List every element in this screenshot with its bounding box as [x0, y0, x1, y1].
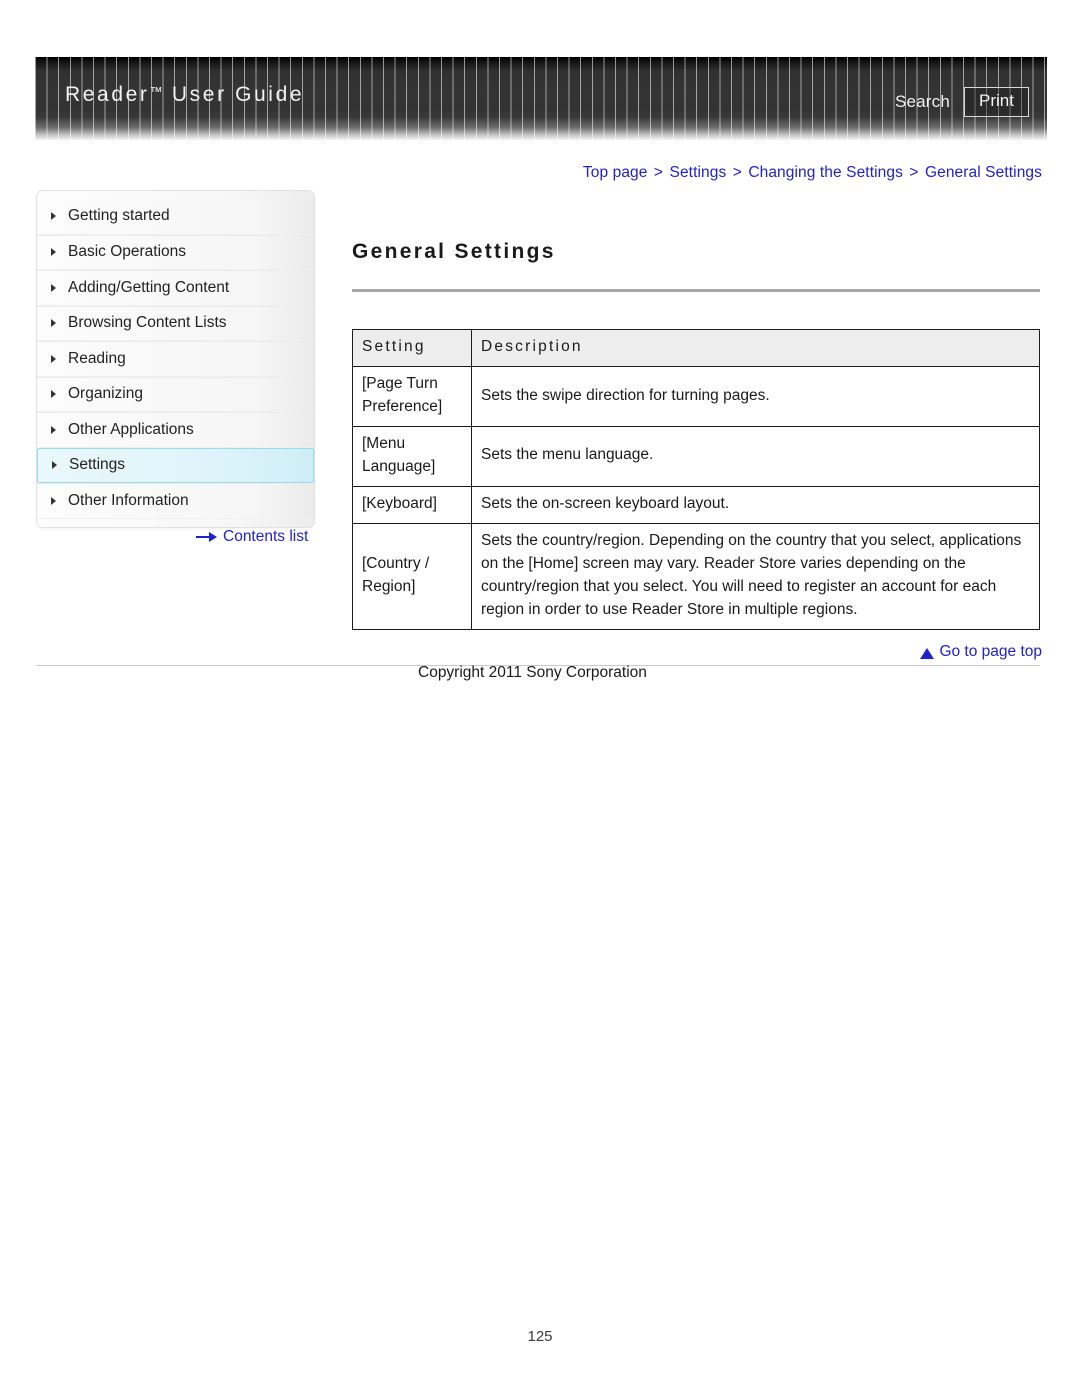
- sidebar-item-label: Settings: [69, 456, 126, 474]
- settings-table-head: Setting Description: [352, 329, 1040, 368]
- column-header-setting: Setting: [352, 329, 472, 368]
- contents-list-link[interactable]: Contents list: [196, 528, 308, 546]
- triangle-bullet-icon: [49, 283, 59, 293]
- header-banner: Reader™ User Guide Search Print: [35, 57, 1047, 141]
- sidebar-item-organizing[interactable]: Organizing: [37, 376, 314, 412]
- triangle-bullet-icon: [49, 211, 59, 221]
- breadcrumb-item-top-page[interactable]: Top page: [583, 164, 648, 181]
- triangle-bullet-icon: [50, 460, 60, 470]
- sidebar-item-label: Getting started: [68, 207, 170, 225]
- sidebar-item-label: Browsing Content Lists: [68, 314, 227, 332]
- table-row: [Country / Region] Sets the country/regi…: [352, 522, 1040, 630]
- page-number: 125: [527, 1328, 553, 1345]
- go-to-page-top-label: Go to page top: [939, 643, 1042, 660]
- sidebar-item-other-applications[interactable]: Other Applications: [37, 412, 314, 448]
- go-to-page-top-link[interactable]: Go to page top: [920, 643, 1042, 661]
- triangle-bullet-icon: [49, 247, 59, 257]
- title-divider: [352, 289, 1040, 293]
- sidebar-item-label: Adding/Getting Content: [68, 278, 230, 296]
- triangle-bullet-icon: [49, 354, 59, 364]
- trademark-symbol: ™: [149, 84, 164, 99]
- app-title: Reader™ User Guide: [65, 83, 304, 107]
- table-row: [Keyboard] Sets the on-screen keyboard l…: [352, 485, 1040, 524]
- cell-description: Sets the country/region. Depending on th…: [471, 522, 1040, 630]
- cell-description: Sets the swipe direction for turning pag…: [471, 366, 1040, 427]
- cell-setting: [Page Turn Preference]: [352, 366, 472, 427]
- table-row: [Page Turn Preference] Sets the swipe di…: [352, 366, 1040, 427]
- app-title-main: Reader: [65, 83, 150, 106]
- sidebar-item-label: Basic Operations: [68, 243, 187, 261]
- settings-table: Setting Description [Page Turn Preferenc…: [352, 329, 1040, 630]
- cell-description: Sets the menu language.: [471, 425, 1040, 487]
- triangle-bullet-icon: [49, 389, 59, 399]
- contents-list-label: Contents list: [223, 528, 309, 545]
- settings-table-body: [Page Turn Preference] Sets the swipe di…: [352, 366, 1040, 630]
- sidebar-item-getting-started[interactable]: Getting started: [37, 199, 314, 235]
- search-link[interactable]: Search: [895, 92, 950, 112]
- sidebar-item-label: Other Applications: [68, 420, 194, 438]
- triangle-up-icon: [920, 647, 935, 659]
- breadcrumb-separator: >: [909, 164, 919, 181]
- breadcrumb: Top page > Settings > Changing the Setti…: [583, 164, 1042, 182]
- sidebar-item-label: Organizing: [68, 385, 143, 403]
- cell-description: Sets the on-screen keyboard layout.: [471, 485, 1040, 524]
- breadcrumb-item-general-settings[interactable]: General Settings: [925, 164, 1042, 181]
- table-row: [Menu Language] Sets the menu language.: [352, 425, 1040, 487]
- header-actions: Search Print: [895, 87, 1029, 117]
- breadcrumb-separator: >: [732, 164, 742, 181]
- sidebar-item-browsing-content-lists[interactable]: Browsing Content Lists: [37, 305, 314, 341]
- triangle-bullet-icon: [49, 425, 59, 435]
- print-button[interactable]: Print: [964, 87, 1029, 117]
- main-content: General Settings Setting Description [Pa…: [352, 226, 1040, 630]
- sidebar-nav: Getting started Basic Operations Adding/…: [36, 190, 315, 528]
- column-header-description: Description: [471, 329, 1040, 368]
- breadcrumb-item-changing-the-settings[interactable]: Changing the Settings: [748, 164, 903, 181]
- app-title-rest: User Guide: [171, 83, 305, 106]
- breadcrumb-separator: >: [653, 164, 664, 181]
- table-header-row: Setting Description: [352, 329, 1040, 368]
- cell-setting: [Menu Language]: [352, 425, 472, 487]
- cell-setting: [Country / Region]: [352, 522, 472, 630]
- triangle-bullet-icon: [49, 496, 59, 506]
- sidebar-item-label: Other Information: [68, 491, 189, 509]
- breadcrumb-item-settings[interactable]: Settings: [670, 164, 727, 181]
- sidebar-item-adding-getting-content[interactable]: Adding/Getting Content: [37, 270, 314, 306]
- sidebar-item-other-information[interactable]: Other Information: [37, 483, 314, 519]
- sidebar-item-reading[interactable]: Reading: [37, 341, 314, 377]
- cell-setting: [Keyboard]: [352, 485, 472, 524]
- copyright-text: Copyright 2011 Sony Corporation: [418, 664, 647, 681]
- page-title: General Settings: [352, 240, 556, 264]
- arrow-right-icon: [196, 532, 218, 542]
- sidebar-item-settings[interactable]: Settings: [37, 447, 314, 483]
- sidebar-item-label: Reading: [68, 349, 126, 367]
- triangle-bullet-icon: [49, 318, 59, 328]
- sidebar-item-basic-operations[interactable]: Basic Operations: [37, 234, 314, 270]
